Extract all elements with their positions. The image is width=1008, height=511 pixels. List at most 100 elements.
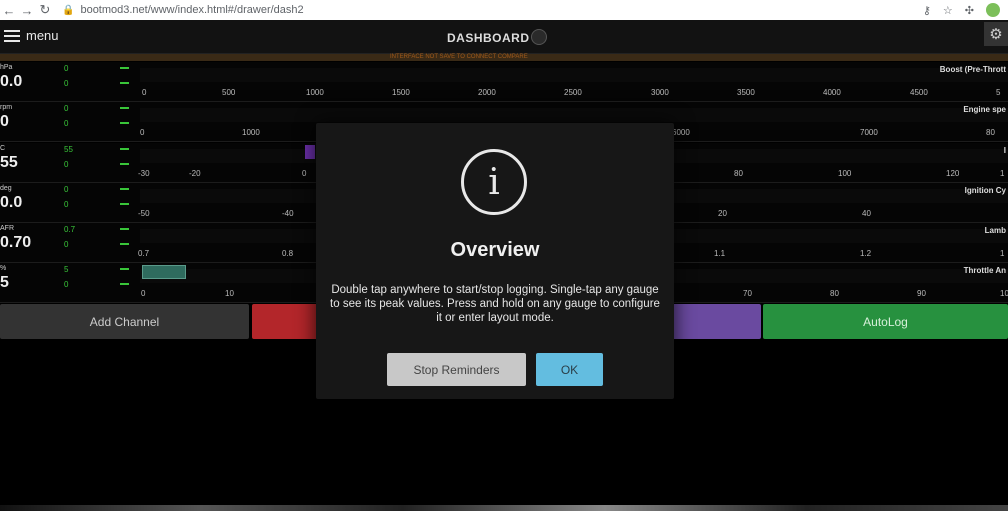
url-text[interactable]: bootmod3.net/www/index.html#/drawer/dash… xyxy=(80,4,303,16)
gauge-min-marker xyxy=(120,203,129,205)
gauge-max-value: 0 xyxy=(64,185,69,194)
gauge-tick-label: 0 xyxy=(302,169,307,178)
gauge-tick-label: 2500 xyxy=(564,88,582,97)
gauge-tick-label: 5 xyxy=(996,88,1001,97)
menu-label: menu xyxy=(26,28,59,43)
gauge-tick-label: 3000 xyxy=(651,88,669,97)
gauge-tick-label: 4500 xyxy=(910,88,928,97)
gauge-unit: hPa xyxy=(0,64,13,71)
gauge-tick-label: 80 xyxy=(986,128,995,137)
info-icon: i xyxy=(461,149,527,215)
stop-reminders-button[interactable]: Stop Reminders xyxy=(387,353,526,386)
gauge-name: Engine spe xyxy=(963,105,1006,114)
gauge-min-value: 0 xyxy=(64,280,69,289)
gauge-tick-label: 1 xyxy=(1000,169,1005,178)
gauge-tick-label: 40 xyxy=(862,209,871,218)
gauge-min-marker xyxy=(120,283,129,285)
gauge-min-value: 0 xyxy=(64,160,69,169)
gauge-max-value: 0 xyxy=(64,104,69,113)
dialog-title: Overview xyxy=(450,239,540,261)
gauge-min-value: 0 xyxy=(64,119,69,128)
gauge-tick-label: 120 xyxy=(946,169,960,178)
gauge-max-value: 5 xyxy=(64,265,69,274)
gauge-tick-label: 0 xyxy=(140,128,145,137)
gauge-bar xyxy=(142,265,186,279)
gauge-unit: AFR xyxy=(0,225,14,232)
gauge-value: 55 xyxy=(0,154,18,171)
gauge-tick-label: 6000 xyxy=(672,128,690,137)
gauge-value: 0.0 xyxy=(0,194,23,211)
notice-text: INTERFACE NOT SAVE TO CONNECT COMPARE xyxy=(390,54,528,60)
gauge-max-marker xyxy=(120,268,129,270)
gauge-value: 0.0 xyxy=(0,73,23,90)
gauge-name: Throttle An xyxy=(963,266,1006,275)
browser-actions: ⚷ ☆ ✣ xyxy=(923,0,1000,20)
gauge-tick-label: 20 xyxy=(718,209,727,218)
gauge-max-marker xyxy=(120,67,129,69)
gauge-tick-label: -40 xyxy=(282,209,294,218)
red-action-button[interactable] xyxy=(252,304,322,339)
back-arrow-icon[interactable]: ← xyxy=(0,0,18,20)
app-root: ← → ↻ 🔒 bootmod3.net/www/index.html#/dra… xyxy=(0,0,1008,511)
gauge-value: 0.70 xyxy=(0,234,32,251)
gauge-tick-label: 10 xyxy=(225,289,234,298)
gauge-tick-label: 0 xyxy=(142,88,147,97)
purple-action-button[interactable] xyxy=(670,304,761,339)
gauge-tick-label: 100 xyxy=(838,169,852,178)
gauge-min-marker xyxy=(120,122,129,124)
gauge-min-marker xyxy=(120,82,129,84)
gauge-tick-label: -20 xyxy=(189,169,201,178)
gauge-name: Ignition Cy xyxy=(964,186,1006,195)
gauge-max-value: 0.7 xyxy=(64,225,76,234)
gauge-tick-label: -30 xyxy=(138,169,150,178)
gauge-tick-label: 1000 xyxy=(306,88,324,97)
gauge-name: I xyxy=(1003,146,1006,155)
page-title: DASHBOARD xyxy=(447,31,530,45)
gauge-unit: C xyxy=(0,145,6,152)
forward-arrow-icon[interactable]: → xyxy=(18,0,36,20)
gauge-tick-label: 70 xyxy=(743,289,752,298)
gauge-tick-label: 80 xyxy=(830,289,839,298)
gauge-tick-label: 1500 xyxy=(392,88,410,97)
ok-button[interactable]: OK xyxy=(536,353,603,386)
extensions-icon[interactable]: ✣ xyxy=(965,4,974,17)
gauge-tick-label: 0 xyxy=(141,289,146,298)
gauge-tick-label: 1.1 xyxy=(714,249,726,258)
gauge-row[interactable]: hPa 0.0 0 0 Boost (Pre-Thrott 0 500 1000 1500 200… xyxy=(0,62,1008,102)
star-icon[interactable]: ☆ xyxy=(943,4,953,17)
gauge-max-marker xyxy=(120,148,129,150)
lock-icon: 🔒 xyxy=(62,4,75,16)
gauge-tick-label: 80 xyxy=(734,169,743,178)
menu-button[interactable]: menu xyxy=(4,28,59,43)
gauge-tick-label: 500 xyxy=(222,88,236,97)
key-icon[interactable]: ⚷ xyxy=(923,4,931,17)
gauge-max-marker xyxy=(120,188,129,190)
gauge-tick-label: 1.2 xyxy=(860,249,872,258)
profile-avatar[interactable] xyxy=(986,3,1000,17)
gauge-min-value: 0 xyxy=(64,200,69,209)
gauge-min-marker xyxy=(120,243,129,245)
autolog-button[interactable]: AutoLog xyxy=(763,304,1008,339)
gauge-max-marker xyxy=(120,107,129,109)
gauge-max-value: 55 xyxy=(64,145,73,154)
gauge-name: Boost (Pre-Thrott xyxy=(939,65,1006,74)
dialog-message: Double tap anywhere to start/stop loggin… xyxy=(330,284,660,324)
gauge-tick-label: 90 xyxy=(917,289,926,298)
browser-toolbar: ← → ↻ 🔒 bootmod3.net/www/index.html#/dra… xyxy=(0,0,1008,20)
hamburger-icon xyxy=(4,29,20,42)
gauge-track xyxy=(140,108,1008,122)
app-header: menu DASHBOARD xyxy=(0,20,1008,54)
gauge-unit: deg xyxy=(0,185,12,192)
reload-icon[interactable]: ↻ xyxy=(36,0,54,20)
overview-dialog: i Overview Double tap anywhere to start/… xyxy=(316,123,674,399)
add-channel-button[interactable]: Add Channel xyxy=(0,304,249,339)
address-bar[interactable]: 🔒 bootmod3.net/www/index.html#/drawer/da… xyxy=(62,0,304,20)
gauge-bar xyxy=(305,145,315,159)
bottom-image-strip xyxy=(0,505,1008,511)
gear-icon[interactable]: ⚙ xyxy=(984,22,1008,46)
gauge-unit: rpm xyxy=(0,104,13,111)
gauge-tick-label: 1 xyxy=(1000,249,1005,258)
gauge-name: Lamb xyxy=(984,226,1006,235)
gauge-min-value: 0 xyxy=(64,79,69,88)
gauge-min-marker xyxy=(120,163,129,165)
